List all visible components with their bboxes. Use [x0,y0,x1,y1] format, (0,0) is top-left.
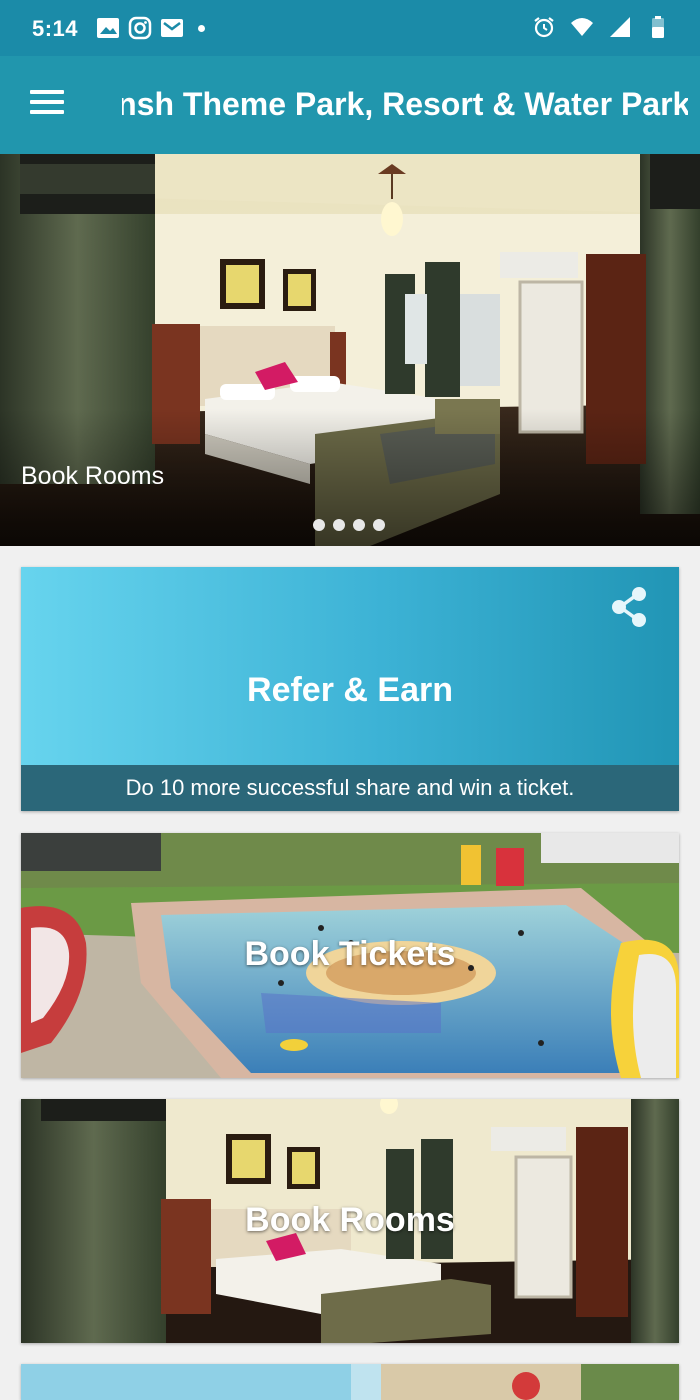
signal-icon [610,17,630,37]
book-tickets-title: Book Tickets [244,935,456,973]
app-title-container: Ansh Theme Park, Resort & Water Park [122,56,688,154]
status-time: 5:14 [32,16,79,41]
refer-earn-subtitle: Do 10 more successful share and win a ti… [21,765,679,811]
slider-dot[interactable] [353,519,365,531]
refer-earn-card[interactable]: Refer & Earn Do 10 more successful share… [21,567,679,811]
status-bar: 5:14 [0,0,700,56]
hero-slider[interactable]: Book Rooms [0,154,700,546]
slider-dot[interactable] [333,519,345,531]
slider-pagination [313,519,385,531]
alarm-icon [534,17,554,38]
hero-caption: Book Rooms [21,462,165,490]
instagram-icon [128,16,152,40]
book-tickets-card[interactable]: Book Tickets [21,833,679,1078]
battery-icon [652,16,664,38]
wifi-icon [571,18,593,36]
mail-icon [161,19,183,37]
share-icon[interactable] [607,585,651,629]
notification-dot [198,24,205,32]
slider-dot[interactable] [313,519,325,531]
next-card-image [21,1364,679,1400]
status-left-icons [96,16,205,40]
hamburger-icon [30,90,64,94]
gallery-icon [97,18,119,38]
book-rooms-card[interactable]: Book Rooms [21,1099,679,1343]
next-card-partial[interactable] [21,1364,679,1400]
refer-earn-title: Refer & Earn [247,671,453,709]
app-bar: Ansh Theme Park, Resort & Water Park [0,56,700,154]
book-rooms-title: Book Rooms [245,1201,455,1239]
hamburger-icon-line [30,100,64,104]
app-title: Ansh Theme Park, Resort & Water Park [122,86,688,122]
hamburger-menu-button[interactable] [30,90,64,120]
hamburger-icon-line [30,110,64,114]
status-right-icons [532,15,670,39]
slider-dot[interactable] [373,519,385,531]
